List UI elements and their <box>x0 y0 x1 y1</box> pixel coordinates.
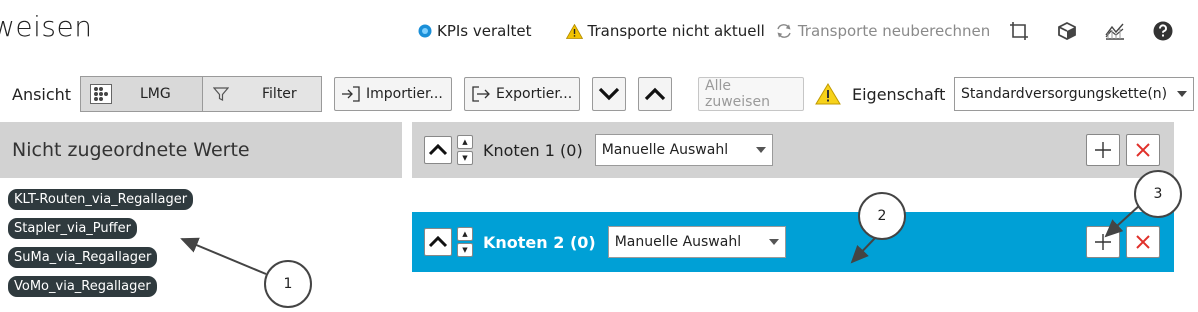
move-down-button[interactable] <box>592 76 626 112</box>
unassigned-values-list: KLT-Routen_via_Regallager Stapler_via_Pu… <box>0 178 402 304</box>
export-icon <box>471 86 491 102</box>
property-select-value: Standardversorgungskette(n) <box>961 86 1168 102</box>
transport-warning: Transporte nicht aktuell <box>565 22 765 40</box>
import-button[interactable]: Importier... <box>334 76 452 112</box>
node-1-selection-value: Manuelle Auswahl <box>601 142 729 158</box>
chart-icon[interactable] <box>1104 20 1126 42</box>
spin-down-icon[interactable]: ▼ <box>457 243 473 257</box>
property-label: Eigenschaft <box>852 84 946 104</box>
node-1-selection-select[interactable]: Manuelle Auswahl <box>594 134 773 166</box>
unassigned-value-tag[interactable]: KLT-Routen_via_Regallager <box>8 189 194 210</box>
node-1-order-spinner[interactable]: ▲ ▼ <box>457 135 473 165</box>
unassigned-value-tag[interactable]: SuMa_via_Regallager <box>8 247 158 268</box>
callout-2: 2 <box>858 192 906 240</box>
assign-all-label: Alle zuweisen <box>698 77 804 111</box>
node-2-delete-button[interactable] <box>1126 226 1160 258</box>
unassigned-values-panel: Nicht zugeordnete Werte KLT-Routen_via_R… <box>0 122 402 312</box>
warning-icon <box>565 23 583 39</box>
node-2-label: Knoten 2 (0) <box>483 232 596 252</box>
node-1-collapse-button[interactable] <box>424 136 452 164</box>
spin-up-icon[interactable]: ▲ <box>457 227 473 241</box>
spin-down-icon[interactable]: ▼ <box>457 151 473 165</box>
recalc-label: Transporte neuberechnen <box>797 22 991 40</box>
transport-warning-label: Transporte nicht aktuell <box>587 22 765 40</box>
help-icon[interactable] <box>1152 20 1174 42</box>
status-bar: KPIs veraltet Transporte nicht aktuell T… <box>418 18 1000 44</box>
node-row-1: ▲ ▼ Knoten 1 (0) Manuelle Auswahl <box>412 122 1174 178</box>
caret-down-icon <box>768 239 779 245</box>
caret-down-icon <box>755 147 766 153</box>
grid-dots-icon <box>89 83 113 105</box>
export-button[interactable]: Exportier... <box>464 76 580 112</box>
view-label: Ansicht <box>12 84 72 104</box>
chevron-up-icon <box>428 236 448 248</box>
node-2-collapse-button[interactable] <box>424 228 452 256</box>
node-row-2: ▲ ▼ Knoten 2 (0) Manuelle Auswahl <box>412 212 1174 272</box>
spin-up-icon[interactable]: ▲ <box>457 135 473 149</box>
unassigned-value-tag[interactable]: VoMo_via_Regallager <box>8 276 157 297</box>
kpi-status-label: KPIs veraltet <box>437 22 532 40</box>
callout-1: 1 <box>264 260 312 308</box>
plus-icon <box>1094 141 1112 159</box>
node-2-add-button[interactable] <box>1086 226 1120 258</box>
unassigned-value-tag[interactable]: Stapler_via_Puffer <box>8 218 137 239</box>
callout-3: 3 <box>1134 170 1182 218</box>
move-up-button[interactable] <box>638 76 672 112</box>
node-1-add-button[interactable] <box>1086 134 1120 166</box>
node-1-label: Knoten 1 (0) <box>483 140 583 160</box>
kpi-status: KPIs veraltet <box>418 22 532 40</box>
chevron-up-icon <box>428 144 448 156</box>
node-2-order-spinner[interactable]: ▲ ▼ <box>457 227 473 257</box>
node-2-selection-value: Manuelle Auswahl <box>614 234 742 250</box>
info-dot-icon <box>418 24 432 38</box>
import-label: Importier... <box>366 86 443 102</box>
node-2-selection-select[interactable]: Manuelle Auswahl <box>607 226 786 258</box>
view-segmented-control: LMG Filter <box>80 76 322 112</box>
plus-icon <box>1094 233 1112 251</box>
caret-down-icon <box>1177 91 1187 97</box>
filter-view-button[interactable]: Filter <box>203 77 321 111</box>
recalc-transports-button[interactable]: Transporte neuberechnen <box>775 22 990 40</box>
lmg-view-button[interactable]: LMG <box>81 77 203 111</box>
filter-label: Filter <box>262 86 297 102</box>
unassigned-values-title: Nicht zugeordnete Werte <box>0 122 402 178</box>
chevron-up-icon <box>644 87 666 101</box>
filter-icon <box>213 86 229 102</box>
node-1-delete-button[interactable] <box>1126 134 1160 166</box>
cube-icon[interactable] <box>1056 20 1078 42</box>
chevron-down-icon <box>598 87 620 101</box>
import-icon <box>341 86 361 102</box>
crop-icon[interactable] <box>1008 20 1030 42</box>
toolbar: Ansicht LMG Filter Importier... Exportie… <box>0 76 1198 112</box>
page-title: weisen <box>0 10 93 43</box>
lmg-label: LMG <box>140 86 171 102</box>
property-warning-icon <box>815 76 841 112</box>
refresh-icon <box>775 23 793 39</box>
close-icon <box>1135 234 1151 250</box>
export-label: Exportier... <box>496 86 573 102</box>
assign-all-button[interactable]: Alle zuweisen <box>698 76 804 112</box>
close-icon <box>1135 142 1151 158</box>
property-select[interactable]: Standardversorgungskette(n) <box>954 76 1194 112</box>
